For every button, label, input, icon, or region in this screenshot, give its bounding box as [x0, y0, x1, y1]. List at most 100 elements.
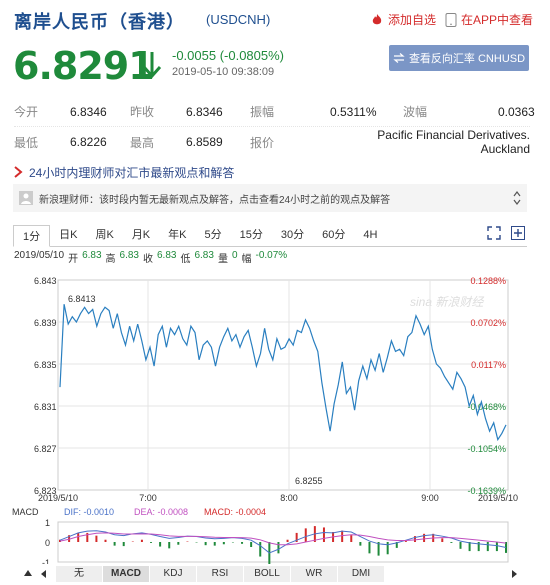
tab-period-3[interactable]: 月K [123, 224, 159, 246]
info-low-label: 低 [180, 254, 191, 265]
page-title: 离岸人民币（香港） [14, 12, 185, 32]
open-app-label: 在APP中查看 [461, 13, 534, 27]
high-label: 最高 [130, 135, 155, 150]
info-amp-label: 幅 [241, 254, 252, 265]
info-close: 6.83 [157, 250, 177, 261]
add-watchlist-label: 添加自选 [388, 13, 437, 27]
indicator-tab-0[interactable]: 无 [56, 566, 103, 582]
macd-y-tick: -1 [42, 558, 50, 564]
indicator-tabs: 无 MACD KDJ RSI BOLL WR DMI [56, 566, 385, 582]
amplitude-value: 0.5311% [330, 104, 377, 119]
phone-icon [445, 12, 457, 27]
candle-info: 2019/05/10 开 6.83 高 6.83 收 6.83 低 6.83 量0 幅-… [14, 250, 287, 265]
reverse-rate-label: 查看反向汇率 CNHUSD [408, 53, 526, 65]
indicator-tab-6[interactable]: DMI [338, 566, 385, 582]
tab-period-9[interactable]: 4H [354, 224, 386, 246]
fullscreen-icon[interactable] [487, 226, 501, 240]
quote-source-label: 报价 [250, 135, 275, 150]
reverse-rate-button[interactable]: 查看反向汇率 CNHUSD [389, 45, 529, 71]
info-high-label: 高 [105, 254, 116, 265]
amplitude-label: 振幅 [250, 105, 275, 119]
indicator-tab-4[interactable]: BOLL [244, 566, 291, 582]
x-tick: 7:00 [139, 493, 157, 502]
macd-frame [57, 521, 509, 563]
indicator-tab-2[interactable]: KDJ [150, 566, 197, 582]
macd-label-3: MACD: -0.0004 [204, 507, 266, 517]
scroll-right-icon[interactable] [510, 570, 518, 578]
x-tick: 2019/5/10 [478, 493, 518, 502]
quote-source-value: Pacific Financial Derivatives. Auckland [377, 128, 530, 156]
open-value: 6.8346 [70, 104, 107, 119]
y-left-tick: 6.843 [34, 276, 57, 286]
macd-label-1: DIF: -0.0010 [64, 507, 114, 517]
info-high: 6.83 [119, 250, 139, 261]
low-label: 最低 [14, 135, 39, 150]
info-low: 6.83 [194, 250, 214, 261]
analyst-news[interactable]: 24小时内理财师对汇市最新观点和解答 新浪理财师：该时段内暂无最新观点及解答，点… [13, 160, 527, 212]
info-volume: 0 [231, 250, 238, 261]
high-value: 6.8589 [186, 135, 223, 149]
prev-close-label: 昨收 [130, 105, 155, 119]
info-date: 2019/05/10 [14, 250, 65, 261]
macd-y-tick: 0 [45, 538, 50, 548]
macd-panel: MACD DIF: -0.0010 DEA: -0.0008 MACD: -0.000… [12, 507, 509, 564]
x-tick: 9:00 [421, 493, 439, 502]
macd-label-2: DEA: -0.0008 [134, 507, 188, 517]
add-icon[interactable] [511, 226, 525, 240]
period-tabs: 1分 日K 周K 月K 年K 5分 15分 30分 60分 4H [13, 223, 527, 247]
tab-period-6[interactable]: 15分 [231, 224, 272, 246]
down-arrow-icon [142, 52, 162, 79]
low-annotation: 6.8255 [295, 476, 323, 486]
y-right-tick: 0.0117% [471, 360, 506, 370]
info-close-label: 收 [143, 254, 153, 265]
plot-frame [57, 279, 509, 491]
scroll-left-icon[interactable] [40, 570, 48, 578]
price-change: -0.0055 (-0.0805%) [172, 48, 285, 63]
high-annotation: 6.8413 [68, 294, 96, 304]
wave-label: 波幅 [403, 105, 428, 119]
x-tick: 2019/5/10 [38, 493, 78, 502]
y-right-tick: -0.1054% [467, 444, 506, 454]
info-open-label: 开 [68, 254, 79, 265]
tab-period-1[interactable]: 日K [50, 224, 86, 246]
info-amp: -0.07% [255, 250, 288, 261]
current-price: 6.8291 [13, 44, 155, 88]
y-left-tick: 6.839 [34, 318, 57, 328]
tab-period-2[interactable]: 周K [86, 224, 122, 246]
news-body[interactable]: 新浪理财师：该时段内暂无最新观点及解答，点击查看24小时之前的观点及解答 [39, 191, 390, 206]
swap-icon [393, 53, 405, 63]
scroll-up-icon[interactable] [24, 569, 32, 577]
indicator-tab-5[interactable]: WR [291, 566, 338, 582]
flame-icon [372, 13, 382, 24]
news-headline[interactable]: 24小时内理财师对汇市最新观点和解答 [29, 164, 234, 181]
y-left-tick: 6.827 [34, 444, 57, 454]
tab-period-0[interactable]: 1分 [13, 225, 51, 247]
indicator-tab-1[interactable]: MACD [103, 566, 150, 582]
info-open: 6.83 [82, 250, 102, 261]
price-chart[interactable]: sina 新浪财经 6.843 0.1288% 6.839 0.0702% 6.835 0… [0, 266, 550, 502]
y-right-tick: 0.1288% [470, 276, 506, 286]
symbol-code: (USDCNH) [206, 12, 271, 27]
indicator-tab-3[interactable]: RSI [197, 566, 244, 582]
tab-period-5[interactable]: 5分 [196, 224, 231, 246]
tab-period-8[interactable]: 60分 [313, 224, 354, 246]
info-volume-label: 量 [217, 254, 228, 265]
y-right-tick: -0.0468% [467, 402, 506, 412]
chat-icon [14, 166, 23, 178]
add-watchlist-button[interactable]: 添加自选 [370, 11, 436, 28]
y-left-tick: 6.835 [34, 360, 57, 370]
open-label: 今开 [14, 105, 39, 119]
chevron-updown-icon[interactable] [513, 191, 521, 205]
wave-value: 0.0363 [498, 104, 535, 119]
avatar-icon [19, 191, 33, 205]
open-app-button[interactable]: 在APP中查看 [445, 11, 533, 28]
price-line [59, 304, 507, 442]
macd-label-0: MACD [12, 507, 39, 517]
x-tick: 8:00 [280, 493, 298, 502]
watermark: sina 新浪财经 [410, 295, 485, 309]
tab-period-7[interactable]: 30分 [272, 224, 313, 246]
stats-panel: 今开 6.8346 昨收 6.8346 振幅 0.5311% 波幅 0.0363… [14, 97, 535, 157]
tab-period-4[interactable]: 年K [159, 224, 195, 246]
macd-y-tick: 1 [45, 518, 50, 528]
low-value: 6.8226 [70, 135, 107, 149]
